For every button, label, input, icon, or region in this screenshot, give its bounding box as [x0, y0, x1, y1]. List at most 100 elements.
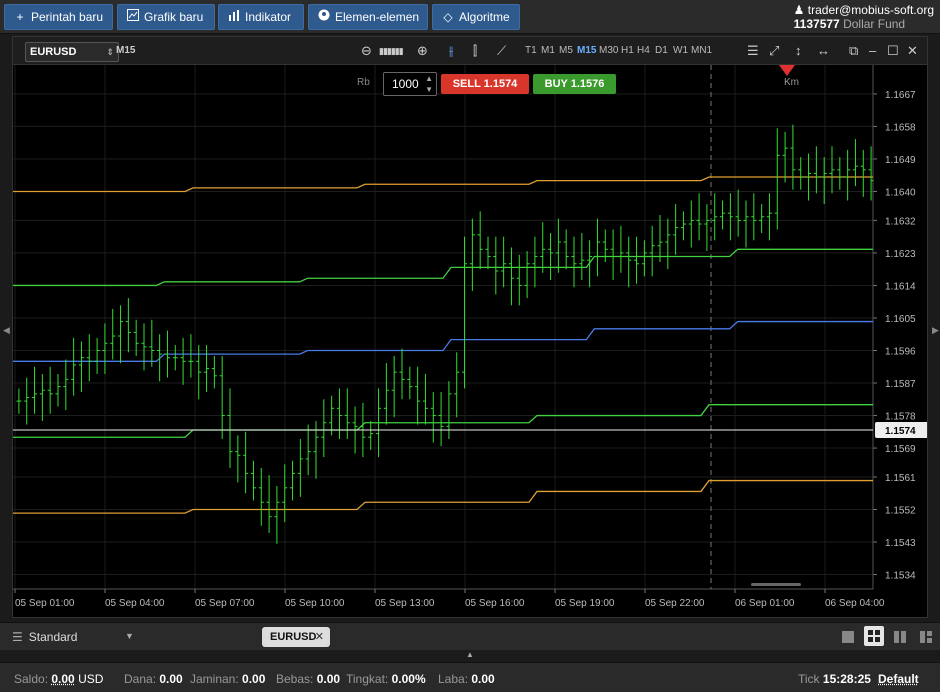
- ohlc-bar: [141, 323, 147, 371]
- draw-line-icon[interactable]: ⤢: [769, 43, 779, 59]
- algorithm-button[interactable]: ◇ Algoritme: [432, 4, 520, 30]
- ohlc-bar: [266, 475, 272, 533]
- ohlc-bar: [860, 149, 866, 197]
- time-tick-label: 05 Sep 13:00: [375, 598, 435, 609]
- quantity-value: 1000: [392, 77, 419, 91]
- bar-chart-icon: [227, 5, 241, 29]
- timeframe-d1[interactable]: D1: [655, 45, 668, 56]
- timeframe-w1[interactable]: W1: [673, 45, 688, 56]
- ohlc-bar: [540, 222, 546, 273]
- layout-grid-icon: [868, 630, 880, 642]
- ohlc-bar: [634, 236, 640, 284]
- profile-item[interactable]: Default: [878, 672, 919, 686]
- time-tick-label: 05 Sep 10:00: [285, 598, 345, 609]
- timeframe-m15[interactable]: M15: [577, 45, 596, 56]
- indicator-list-icon[interactable]: ☰: [747, 43, 759, 59]
- ohlc-bar: [55, 373, 61, 407]
- algorithm-label: Algoritme: [459, 10, 510, 24]
- close-icon[interactable]: ✕: [907, 43, 918, 59]
- profit-label: Laba:: [438, 672, 469, 686]
- time-tick-label: 05 Sep 07:00: [195, 598, 255, 609]
- layout-mixed-icon[interactable]: [919, 630, 933, 644]
- ohlc-bar: [399, 348, 405, 400]
- price-tick-label: 1.1640: [885, 187, 916, 198]
- ohlc-bar: [688, 200, 694, 248]
- ohlc-bar: [751, 193, 757, 241]
- layout-select[interactable]: ☰ Standard: [12, 630, 77, 644]
- price-tick-label: 1.1561: [885, 473, 916, 484]
- profile-name[interactable]: Default: [878, 672, 919, 686]
- new-order-button[interactable]: + Perintah baru: [4, 4, 113, 30]
- account-name: Dollar Fund: [843, 17, 906, 31]
- balance-value[interactable]: 0.00: [51, 672, 74, 686]
- ohlc-bar: [24, 377, 30, 425]
- left-panel-toggle-icon[interactable]: ◀: [3, 325, 10, 336]
- ohlc-bar: [39, 373, 45, 421]
- ohlc-bar: [305, 424, 311, 476]
- zoom-slider[interactable]: ▮▮▮▮▮▮: [379, 46, 404, 57]
- symbol-value: EURUSD: [30, 46, 77, 58]
- marker-triangle-icon: [779, 65, 795, 76]
- price-tick-label: 1.1587: [885, 379, 916, 390]
- layout-grid-button[interactable]: [864, 626, 884, 646]
- timeframe-h4[interactable]: H4: [637, 45, 650, 56]
- timeframe-t1[interactable]: T1: [525, 45, 537, 56]
- ohlc-bar: [110, 308, 116, 360]
- ohlc-bar: [782, 131, 788, 183]
- sell-button[interactable]: SELL 1.1574: [441, 74, 529, 94]
- fund-value: 0.00: [159, 672, 183, 686]
- level-label: Tingkat:: [346, 672, 389, 686]
- vertical-line-icon[interactable]: ↕: [795, 43, 802, 58]
- chart-tab-eurusd[interactable]: EURUSD ✕: [262, 627, 330, 647]
- zoom-in-icon[interactable]: ⊕: [417, 43, 428, 59]
- timeframe-h1[interactable]: H1: [621, 45, 634, 56]
- collapse-panel-icon[interactable]: ▲: [466, 650, 474, 659]
- new-chart-label: Grafik baru: [144, 10, 204, 24]
- free-item: Bebas: 0.00: [276, 672, 340, 686]
- ohlc-bar: [594, 218, 600, 277]
- zoom-out-icon[interactable]: ⊖: [361, 43, 372, 59]
- elements-button[interactable]: Elemen-elemen: [308, 4, 428, 30]
- ohlc-bar: [469, 218, 475, 291]
- ohlc-bar: [63, 359, 69, 411]
- free-label: Bebas:: [276, 672, 314, 686]
- stepper-arrows-icon[interactable]: ▲ ▼: [425, 73, 433, 95]
- ohlc-bar: [149, 319, 155, 367]
- ohlc-bar: [571, 236, 577, 288]
- symbol-select[interactable]: EURUSD ⇕: [25, 42, 119, 62]
- ohlc-bar: [766, 193, 772, 241]
- close-tab-icon[interactable]: ✕: [315, 627, 324, 647]
- detach-icon[interactable]: ⧉: [849, 43, 858, 59]
- timeframe-m5[interactable]: M5: [559, 45, 573, 56]
- user-info[interactable]: ♟ trader@mobius-soft.org 1137577 Dollar …: [794, 3, 934, 31]
- right-panel-toggle-icon[interactable]: ▶: [932, 325, 939, 336]
- ohlc-bar: [680, 211, 686, 241]
- indicator-button[interactable]: Indikator: [218, 4, 304, 30]
- ohlc-bar: [704, 204, 710, 252]
- ohlc-bar: [180, 337, 186, 385]
- ohlc-bar: [665, 218, 671, 270]
- timeframe-m1[interactable]: M1: [541, 45, 555, 56]
- candle-type-icon[interactable]: ⫿: [473, 43, 477, 59]
- bar-type-icon[interactable]: ⫲: [449, 43, 453, 59]
- layout-single-icon[interactable]: [841, 630, 855, 644]
- horizontal-line-icon[interactable]: ↔: [817, 43, 830, 58]
- timeframe-mn1[interactable]: MN1: [691, 45, 712, 56]
- price-chart[interactable]: 1.1667 1.1658 1.1649 1.1640 1.1632 1.1623 1.16…: [13, 65, 927, 617]
- maximize-icon[interactable]: ☐: [887, 43, 899, 59]
- indicator-band-1: [13, 248, 873, 287]
- rb-label: Rb: [357, 77, 370, 88]
- price-tick-label: 1.1552: [885, 505, 916, 516]
- buy-button[interactable]: BUY 1.1576: [533, 74, 616, 94]
- new-chart-button[interactable]: Grafik baru: [117, 4, 215, 30]
- ohlc-bar: [211, 355, 217, 389]
- line-type-icon[interactable]: ⟋: [497, 43, 506, 59]
- tab-label: EURUSD: [270, 631, 317, 643]
- ohlc-bar: [798, 157, 804, 190]
- ohlc-bar: [78, 341, 84, 393]
- timeframe-m30[interactable]: M30: [599, 45, 618, 56]
- layout-columns-icon[interactable]: [893, 630, 907, 644]
- chevron-down-icon[interactable]: ▼: [125, 631, 134, 641]
- minimize-icon[interactable]: –: [869, 43, 876, 58]
- quantity-stepper[interactable]: 1000 ▲ ▼: [383, 72, 437, 96]
